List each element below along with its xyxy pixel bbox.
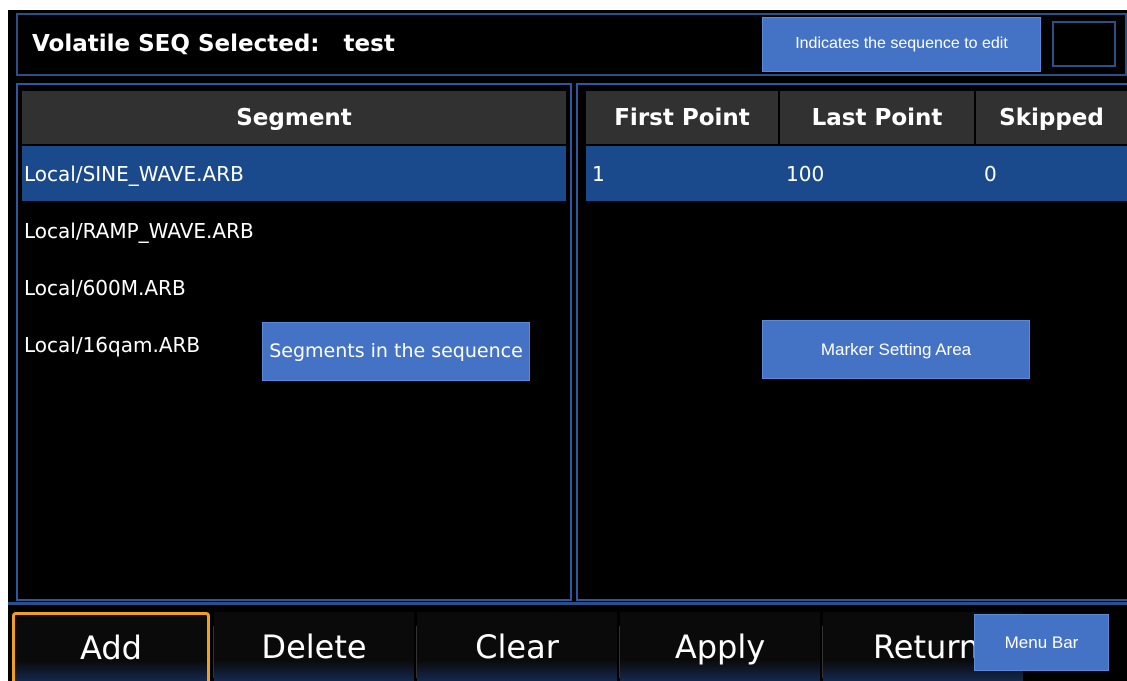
segment-column-header: Segment [22,91,566,144]
callout-segments: Segments in the sequence [262,322,530,381]
sequence-editor-screen: Volatile SEQ Selected: test Indicates th… [8,10,1127,681]
segment-row[interactable]: Local/SINE_WAVE.ARB [22,146,566,201]
callout-sequence-to-edit: Indicates the sequence to edit [762,17,1041,72]
title-right-box [1052,21,1116,67]
add-button[interactable]: Add [12,612,210,681]
first-point-header: First Point [586,91,778,144]
callout-menu-bar: Menu Bar [974,614,1109,671]
apply-button[interactable]: Apply [620,612,820,681]
marker-row[interactable]: 1 100 0 [586,146,1127,201]
first-point-cell[interactable]: 1 [586,146,780,201]
segment-row[interactable]: Local/600M.ARB [22,260,566,315]
segment-row[interactable]: Local/16qam.ARB [22,317,262,372]
title-label: Volatile SEQ Selected: test [32,31,395,57]
clear-button[interactable]: Clear [417,612,617,681]
skipped-cell[interactable]: 0 [978,146,1127,201]
menu-bar: Add Delete Clear Apply Return [8,612,1127,681]
sequence-name: test [343,31,395,57]
last-point-cell[interactable]: 100 [780,146,976,201]
return-label: Return [873,627,980,666]
callout-marker-area: Marker Setting Area [762,320,1030,379]
skipped-header: Skipped [976,91,1127,144]
delete-button[interactable]: Delete [214,612,414,681]
last-point-header: Last Point [780,91,974,144]
segment-row[interactable]: Local/RAMP_WAVE.ARB [22,203,566,258]
divider [8,602,1127,605]
